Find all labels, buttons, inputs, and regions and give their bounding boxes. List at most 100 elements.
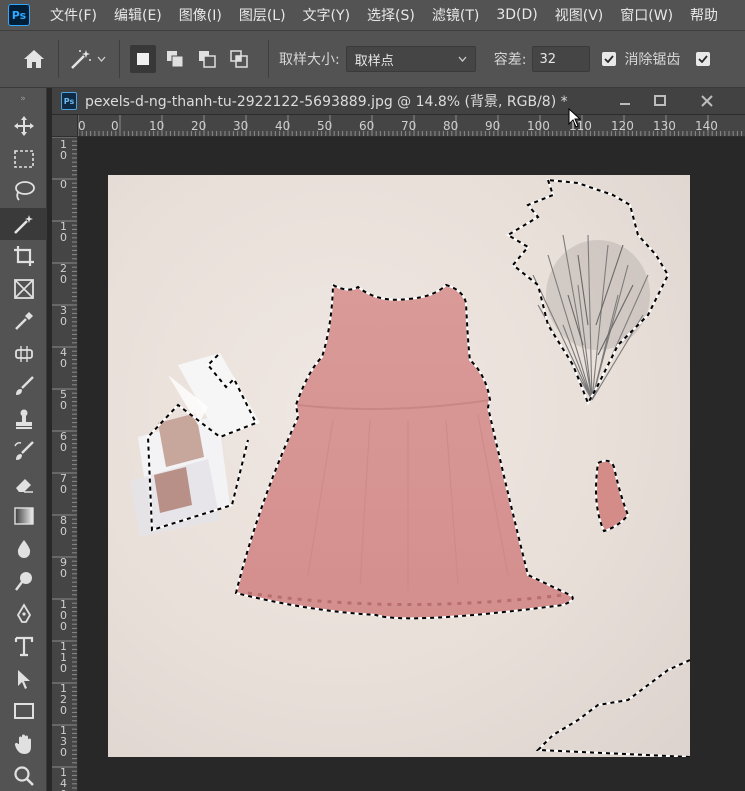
horizontal-ruler[interactable]: 0 0 10 20 30 40 50 60 70 80 90 100 110 1… <box>78 115 745 137</box>
hand-tool[interactable] <box>0 728 47 761</box>
move-tool[interactable] <box>0 110 47 143</box>
ruler-label: 10 <box>60 138 67 162</box>
minimize-button[interactable] <box>610 91 640 111</box>
ruler-origin[interactable] <box>52 115 78 137</box>
add-to-selection-button[interactable] <box>162 45 188 73</box>
gradient-tool[interactable] <box>0 500 47 533</box>
blur-tool[interactable] <box>0 533 47 566</box>
menu-select[interactable]: 选择(S) <box>367 5 415 25</box>
lasso-tool[interactable] <box>0 175 47 208</box>
maximize-button[interactable] <box>645 91 675 111</box>
eraser-tool[interactable] <box>0 468 47 501</box>
menu-filter[interactable]: 滤镜(T) <box>432 5 479 25</box>
subtract-from-selection-button[interactable] <box>194 45 220 73</box>
magic-wand-icon <box>71 50 91 69</box>
eraser-tool-icon <box>15 478 33 493</box>
ruler-label: 0 <box>78 119 86 133</box>
marquee-tool[interactable] <box>0 143 47 176</box>
image-content <box>130 178 690 757</box>
ruler-label: 80 <box>60 514 67 538</box>
intersect-selection-button[interactable] <box>226 45 252 73</box>
ruler-label: 60 <box>359 119 375 133</box>
frame-tool[interactable] <box>0 273 47 306</box>
ruler-label: 110 <box>60 640 67 675</box>
ruler-label: 10 <box>60 220 67 244</box>
move-tool-icon <box>13 116 34 137</box>
pink-dress <box>236 285 573 619</box>
menu-file[interactable]: 文件(F) <box>50 5 97 25</box>
crop-tool-icon <box>13 246 34 267</box>
mouse-cursor-icon <box>568 108 582 128</box>
type-tool[interactable] <box>0 630 47 663</box>
gradient-tool-icon <box>13 507 34 525</box>
clone-stamp-tool[interactable] <box>0 403 47 436</box>
close-icon <box>701 95 713 107</box>
ruler-label: 30 <box>233 119 249 133</box>
home-icon <box>24 50 44 68</box>
ruler-label: 10 <box>149 119 165 133</box>
ruler-label: 40 <box>60 346 67 370</box>
ruler-label: 120 <box>60 682 67 717</box>
ruler-label: 50 <box>60 388 67 412</box>
dodge-tool-icon <box>14 572 32 591</box>
clone-stamp-icon <box>15 409 32 429</box>
checkmark-icon <box>604 55 615 63</box>
home-button[interactable] <box>20 45 48 73</box>
dodge-tool[interactable] <box>0 565 47 598</box>
pen-tool[interactable] <box>0 598 47 631</box>
new-selection-icon <box>137 53 149 65</box>
ruler-label: 20 <box>191 119 207 133</box>
intersect-selection-icon <box>230 50 248 68</box>
menu-window[interactable]: 窗口(W) <box>620 5 673 25</box>
history-brush-icon <box>13 441 34 461</box>
vertical-ruler[interactable]: 10 0 10 20 30 40 50 60 70 80 90 100 110 … <box>52 137 78 791</box>
ruler-label: 140 <box>60 766 67 791</box>
tool-preset-picker[interactable] <box>69 45 109 73</box>
blur-tool-icon <box>17 539 30 558</box>
minimize-icon <box>620 103 630 105</box>
zoom-tool[interactable] <box>0 760 47 791</box>
ruler-label: 130 <box>653 119 676 133</box>
divider <box>268 40 269 78</box>
menu-3d[interactable]: 3D(D) <box>496 7 537 23</box>
image-canvas[interactable] <box>108 175 690 757</box>
eyedropper-tool[interactable] <box>0 305 47 338</box>
brush-tool[interactable] <box>0 370 47 403</box>
eyedropper-tool-icon <box>14 312 33 331</box>
crop-tool[interactable] <box>0 240 47 273</box>
sample-size-dropdown[interactable]: 取样点 <box>345 46 476 72</box>
contiguous-checkbox[interactable] <box>696 52 711 66</box>
rectangle-tool[interactable] <box>0 695 47 728</box>
frame-tool-icon <box>13 278 34 299</box>
history-brush-tool[interactable] <box>0 435 47 468</box>
canvas-pasteboard[interactable] <box>79 138 718 791</box>
document-ps-icon: Ps <box>61 92 77 110</box>
close-button[interactable] <box>692 91 722 111</box>
ruler-label: 30 <box>60 304 67 328</box>
menu-layer[interactable]: 图层(L) <box>239 5 286 25</box>
divider <box>119 40 120 78</box>
document-tab[interactable]: Ps pexels-d-ng-thanh-tu-2922122-5693889.… <box>52 88 745 115</box>
flower-bunch-shadow <box>546 240 650 350</box>
tolerance-input[interactable]: 32 <box>532 46 591 72</box>
marquee-tool-icon <box>13 149 34 168</box>
path-selection-tool[interactable] <box>0 663 47 696</box>
antialias-checkbox[interactable] <box>602 52 617 66</box>
magic-wand-tool[interactable] <box>0 207 47 240</box>
healing-brush-icon <box>14 345 33 362</box>
ruler-label: 0 <box>60 178 67 191</box>
checkmark-icon <box>698 55 709 63</box>
menu-help[interactable]: 帮助 <box>690 5 718 25</box>
menu-edit[interactable]: 编辑(E) <box>114 5 162 25</box>
healing-brush-tool[interactable] <box>0 338 47 371</box>
menu-type[interactable]: 文字(Y) <box>303 5 350 25</box>
options-bar: 取样大小: 取样点 容差: 32 消除锯齿 <box>0 30 745 88</box>
photo-cards <box>130 353 260 537</box>
ruler-label: 60 <box>60 430 67 454</box>
panel-grip[interactable]: » <box>0 88 46 110</box>
path-selection-icon <box>17 669 30 689</box>
new-selection-button[interactable] <box>130 45 156 73</box>
menu-view[interactable]: 视图(V) <box>555 5 604 25</box>
ruler-label: 50 <box>317 119 333 133</box>
menu-image[interactable]: 图像(I) <box>179 5 222 25</box>
